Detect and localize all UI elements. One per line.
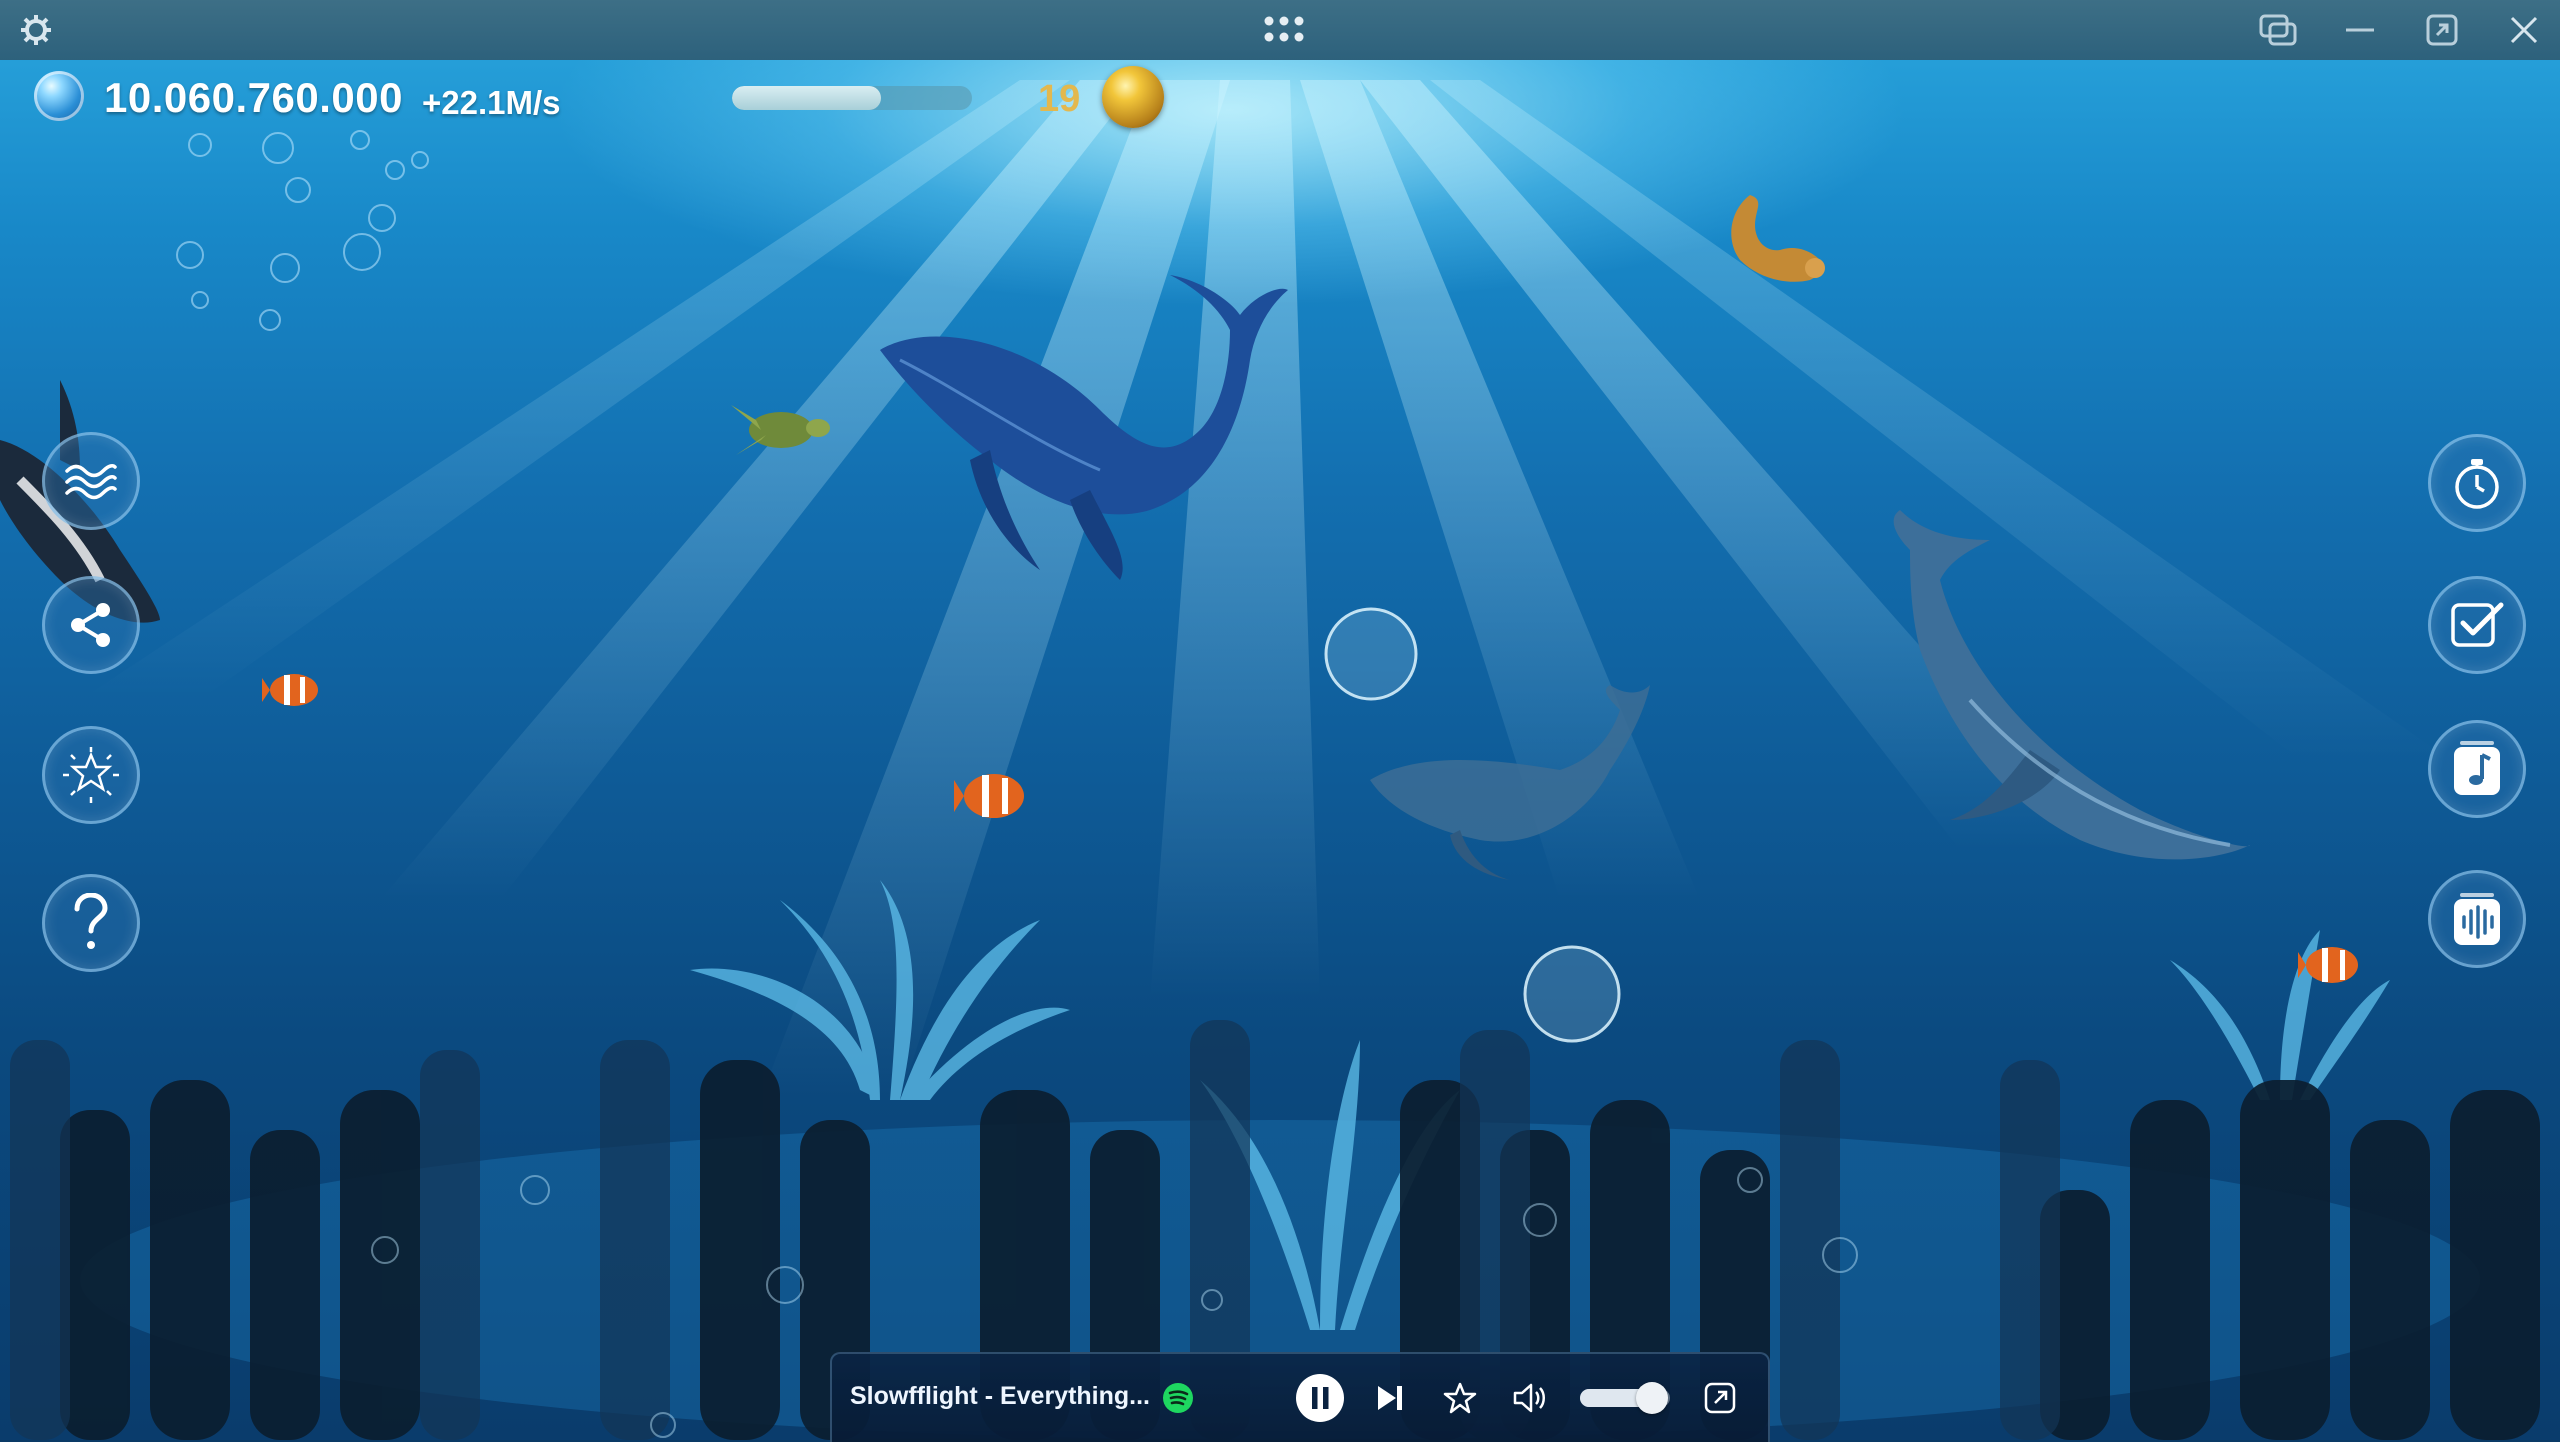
close-icon[interactable] xyxy=(2494,0,2554,60)
bubble-score: 10.060.760.000 xyxy=(104,74,403,121)
music-button[interactable] xyxy=(2428,720,2526,818)
humpback-whale xyxy=(880,275,1288,580)
checklist-icon xyxy=(2451,602,2504,647)
app-grid-icon[interactable] xyxy=(1254,0,1314,60)
picture-in-picture-icon[interactable] xyxy=(2248,0,2308,60)
blue-whale xyxy=(1893,510,2250,860)
open-external-button[interactable] xyxy=(1696,1374,1744,1422)
next-track-button[interactable] xyxy=(1366,1374,1414,1422)
small-whale xyxy=(1370,685,1650,880)
pause-icon xyxy=(1296,1374,1344,1422)
sparkle-icon xyxy=(63,747,119,803)
bubble-currency-icon xyxy=(34,71,84,121)
volume-button[interactable] xyxy=(1506,1374,1554,1422)
otter xyxy=(1731,195,1825,282)
music-player: Slowfflight - Everything... xyxy=(830,1352,1770,1442)
pause-button[interactable] xyxy=(1296,1374,1344,1422)
share-button[interactable] xyxy=(42,576,140,674)
timer-button[interactable] xyxy=(2428,434,2526,532)
clownfish-1 xyxy=(262,674,318,706)
volume-slider[interactable] xyxy=(1580,1382,1670,1414)
help-button[interactable] xyxy=(42,874,140,972)
waves-icon xyxy=(65,464,117,500)
level-progress-fill xyxy=(732,86,881,110)
tasks-button[interactable] xyxy=(2428,576,2526,674)
restore-icon[interactable] xyxy=(2412,0,2472,60)
star-icon xyxy=(1443,1382,1477,1414)
gold-coin-icon[interactable] xyxy=(1102,66,1164,128)
level-progress-bar xyxy=(732,86,972,110)
minimize-icon[interactable] xyxy=(2330,0,2390,60)
spotify-icon[interactable] xyxy=(1154,1374,1202,1422)
skip-next-icon xyxy=(1378,1386,1402,1410)
speaker-icon xyxy=(1513,1383,1545,1413)
ambient-sound-icon xyxy=(2454,893,2500,945)
waves-button[interactable] xyxy=(42,432,140,530)
hud: 10.060.760.000 +22.1M/s 19 xyxy=(0,60,2560,140)
share-icon xyxy=(71,603,110,647)
open-external-icon xyxy=(1704,1382,1736,1414)
stopwatch-icon xyxy=(2455,459,2499,509)
clownfish-3 xyxy=(2298,947,2358,983)
favorite-button[interactable] xyxy=(1436,1374,1484,1422)
title-bar xyxy=(0,0,2560,60)
settings-gear-icon[interactable] xyxy=(6,0,66,60)
ocean-scene xyxy=(0,0,2560,1440)
help-icon xyxy=(74,893,108,949)
volume-slider-knob[interactable] xyxy=(1636,1382,1668,1414)
clownfish-2 xyxy=(954,774,1024,818)
music-note-icon xyxy=(2454,741,2500,795)
sparkle-button[interactable] xyxy=(42,726,140,824)
bubble-rate: +22.1M/s xyxy=(422,84,561,121)
sea-turtle xyxy=(731,405,830,455)
gold-count: 19 xyxy=(1038,78,1081,120)
track-title[interactable]: Slowfflight - Everything... xyxy=(850,1382,1150,1411)
ambient-sound-button[interactable] xyxy=(2428,870,2526,968)
